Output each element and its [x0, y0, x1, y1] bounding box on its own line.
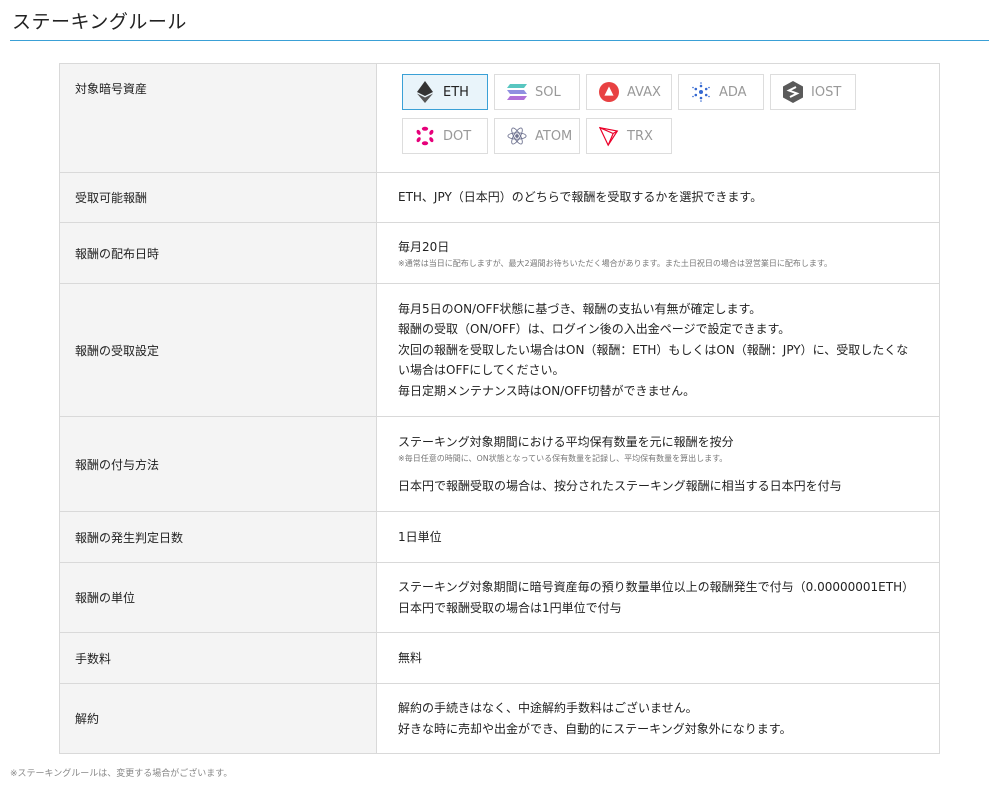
table-row: 報酬の発生判定日数 1日単位: [59, 511, 940, 563]
row-label: 対象暗号資産: [59, 63, 377, 173]
coin-button-ada[interactable]: ADA: [678, 74, 764, 110]
row-label: 報酬の付与方法: [59, 416, 377, 512]
table-row: 対象暗号資産 ETH SOL AVAX ADA IOST DOT ATOM TR…: [59, 63, 940, 173]
footnote: ※ステーキングルールは、変更する場合がございます。: [10, 769, 233, 779]
coin-selector: ETH SOL AVAX ADA IOST DOT ATOM TRX: [377, 64, 937, 172]
coin-label: IOST: [811, 84, 842, 100]
ada-icon: [691, 82, 711, 102]
text-line: い場合はOFFにしてください。: [398, 363, 565, 378]
sol-icon: [507, 82, 527, 102]
atom-icon: [507, 126, 527, 146]
table-row: 受取可能報酬 ETH、JPY（日本円）のどちらで報酬を受取するかを選択できます。: [59, 172, 940, 223]
row-value: ステーキング対象期間における平均保有数量を元に報酬を按分 ※毎日任意の時間に、O…: [376, 416, 940, 512]
row-label: 報酬の発生判定日数: [59, 511, 377, 563]
row-label: 手数料: [59, 632, 377, 684]
text-line: 日本円で報酬受取の場合は1円単位で付与: [398, 600, 622, 615]
text-line: 解約の手続きはなく、中途解約手数料はございません。: [398, 701, 698, 715]
coin-label: SOL: [535, 84, 561, 100]
row-label: 報酬の単位: [59, 562, 377, 633]
row-value: 1日単位: [376, 511, 940, 563]
coin-label: ETH: [443, 84, 469, 100]
dot-icon: [415, 126, 435, 146]
row-label: 受取可能報酬: [59, 172, 377, 223]
row-value: ステーキング対象期間に暗号資産毎の預り数量単位以上の報酬発生で付与（0.0000…: [376, 562, 940, 633]
rules-table: 対象暗号資産 ETH SOL AVAX ADA IOST DOT ATOM TR…: [59, 63, 940, 754]
table-row: 手数料 無料: [59, 632, 940, 684]
eth-icon: [415, 81, 435, 103]
table-row: 報酬の単位 ステーキング対象期間に暗号資産毎の預り数量単位以上の報酬発生で付与（…: [59, 562, 940, 633]
coin-button-eth[interactable]: ETH: [402, 74, 488, 110]
row-value: 毎月5日のON/OFF状態に基づき、報酬の支払い有無が確定します。 報酬の受取（…: [376, 283, 940, 417]
coin-label: ATOM: [535, 128, 573, 144]
row-label: 報酬の配布日時: [59, 222, 377, 284]
row-value: ETH、JPY（日本円）のどちらで報酬を受取するかを選択できます。: [376, 172, 940, 223]
iost-icon: [783, 81, 803, 103]
text-line: 好きな時に売却や出金ができ、自動的にステーキング対象外になります。: [398, 721, 792, 736]
coin-label: AVAX: [627, 84, 661, 100]
coin-label: TRX: [627, 128, 653, 144]
trx-icon: [599, 126, 619, 147]
coin-button-iost[interactable]: IOST: [770, 74, 856, 110]
table-row: 解約 解約の手続きはなく、中途解約手数料はございません。 好きな時に売却や出金が…: [59, 683, 940, 754]
text-line: ステーキング対象期間に暗号資産毎の預り数量単位以上の報酬発生で付与（0.0000…: [398, 580, 915, 594]
coin-button-avax[interactable]: AVAX: [586, 74, 672, 110]
coin-cell: ETH SOL AVAX ADA IOST DOT ATOM TRX: [376, 63, 940, 173]
coin-button-trx[interactable]: TRX: [586, 118, 672, 154]
coin-button-atom[interactable]: ATOM: [494, 118, 580, 154]
text-line: 毎月5日のON/OFF状態に基づき、報酬の支払い有無が確定します。: [398, 301, 762, 316]
coin-button-sol[interactable]: SOL: [494, 74, 580, 110]
table-row: 報酬の付与方法 ステーキング対象期間における平均保有数量を元に報酬を按分 ※毎日…: [59, 416, 940, 512]
distribution-note: ※通常は当日に配布しますが、最大2週間お待ちいただく場合があります。また土日祝日…: [398, 258, 833, 268]
row-label: 解約: [59, 683, 377, 754]
table-row: 報酬の受取設定 毎月5日のON/OFF状態に基づき、報酬の支払い有無が確定します…: [59, 283, 940, 417]
row-value: 解約の手続きはなく、中途解約手数料はございません。 好きな時に売却や出金ができ、…: [376, 683, 940, 754]
text-line: 日本円で報酬受取の場合は、按分されたステーキング報酬に相当する日本円を付与: [398, 478, 842, 493]
row-value: 無料: [376, 632, 940, 684]
text-line: 報酬の受取（ON/OFF）は、ログイン後の入出金ページで設定できます。: [398, 322, 791, 337]
coin-label: ADA: [719, 84, 747, 100]
coin-label: DOT: [443, 128, 472, 144]
coin-button-dot[interactable]: DOT: [402, 118, 488, 154]
table-row: 報酬の配布日時 毎月20日 ※通常は当日に配布しますが、最大2週間お待ちいただく…: [59, 222, 940, 284]
distribution-date: 毎月20日: [398, 240, 450, 255]
grant-note: ※毎日任意の時間に、ON状態となっている保有数量を記録し、平均保有数量を算出しま…: [398, 453, 728, 463]
title-bar: ステーキングルール: [10, 0, 989, 41]
row-value: 毎月20日 ※通常は当日に配布しますが、最大2週間お待ちいただく場合があります。…: [376, 222, 940, 284]
page-title: ステーキングルール: [12, 11, 187, 33]
row-label: 報酬の受取設定: [59, 283, 377, 417]
text-line: ステーキング対象期間における平均保有数量を元に報酬を按分: [398, 435, 734, 449]
avax-icon: [599, 82, 619, 102]
text-line: 毎日定期メンテナンス時はON/OFF切替ができません。: [398, 383, 696, 398]
text-line: 次回の報酬を受取したい場合はON（報酬：ETH）もしくはON（報酬：JPY）に、…: [398, 342, 909, 357]
